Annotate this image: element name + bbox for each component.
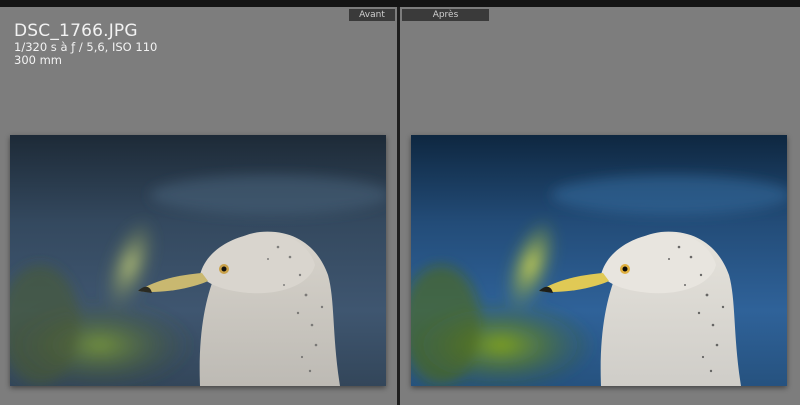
- photo-focal-length: 300 mm: [14, 53, 63, 67]
- after-view-pane[interactable]: Après: [400, 7, 800, 405]
- after-photo-image: [411, 135, 787, 386]
- photo-info-overlay: DSC_1766.JPG 1/320 s à ƒ / 5,6, ISO 110 …: [14, 22, 157, 67]
- top-bar: [0, 0, 800, 7]
- after-label[interactable]: Après: [402, 9, 489, 21]
- photo-filename: DSC_1766.JPG: [14, 21, 138, 41]
- before-photo[interactable]: [10, 135, 386, 386]
- before-view-pane[interactable]: Avant DSC_1766.JPG 1/320 s à ƒ / 5,6, IS…: [0, 7, 397, 405]
- before-label[interactable]: Avant: [349, 9, 395, 21]
- after-photo[interactable]: [411, 135, 787, 386]
- before-photo-image: [10, 135, 386, 386]
